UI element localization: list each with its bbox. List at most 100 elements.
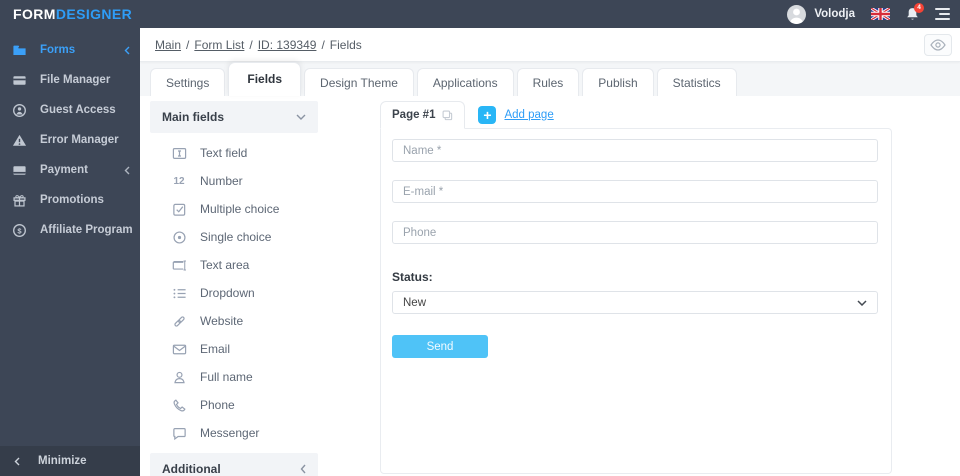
duplicate-page-icon[interactable] xyxy=(442,110,453,121)
page-tab-label: Page #1 xyxy=(392,109,436,121)
field-type-multiple-choice[interactable]: Multiple choice xyxy=(150,195,318,223)
field-type-label: Dropdown xyxy=(200,286,255,300)
link-icon xyxy=(173,315,185,327)
sidebar-item-label: Guest Access xyxy=(40,104,116,116)
sidebar-item-label: Forms xyxy=(40,44,76,56)
status-label: Status: xyxy=(392,270,433,284)
field-type-text-area[interactable]: Text area xyxy=(150,251,318,279)
notifications-bell-icon[interactable]: 4 xyxy=(906,2,924,22)
phone-icon xyxy=(173,398,186,411)
tab-bar: Settings Fields Design Theme Application… xyxy=(140,62,960,96)
sidebar-item-promotions[interactable]: Promotions xyxy=(0,185,140,215)
breadcrumb-link-form-list[interactable]: Form List xyxy=(194,38,244,52)
phone-field[interactable] xyxy=(392,221,878,244)
sidebar-item-file-manager[interactable]: File Manager xyxy=(0,65,140,95)
logo-text-designer: DESIGNER xyxy=(55,6,133,22)
sidebar-item-label: File Manager xyxy=(40,74,111,86)
language-flag-icon[interactable] xyxy=(871,8,890,20)
sidebar-minimize-button[interactable]: Minimize xyxy=(0,446,140,476)
breadcrumb-separator: / xyxy=(249,37,253,52)
name-field[interactable] xyxy=(392,139,878,162)
fields-tab-content: Main fields Text field 12 Number Multipl… xyxy=(140,96,960,476)
error-manager-icon xyxy=(12,134,27,146)
file-manager-icon xyxy=(13,75,26,85)
chevron-left-icon xyxy=(124,46,130,54)
app-logo[interactable]: FORMDESIGNER xyxy=(13,6,132,22)
sidebar: Forms File Manager Guest Access Error Ma… xyxy=(0,28,140,476)
sidebar-item-forms[interactable]: Forms xyxy=(0,35,140,65)
field-type-label: Phone xyxy=(200,398,235,412)
chevron-down-icon xyxy=(857,299,867,306)
user-menu[interactable]: Volodja xyxy=(787,4,855,24)
field-type-label: Number xyxy=(200,174,243,188)
field-type-label: Full name xyxy=(200,370,253,384)
field-type-list: Text field 12 Number Multiple choice Sin… xyxy=(150,133,318,447)
text-area-icon xyxy=(172,259,186,271)
field-type-label: Messenger xyxy=(200,426,260,440)
breadcrumb-separator: / xyxy=(321,37,325,52)
chevron-left-icon xyxy=(300,464,306,474)
promotions-icon xyxy=(13,194,26,207)
field-type-single-choice[interactable]: Single choice xyxy=(150,223,318,251)
breadcrumb-separator: / xyxy=(186,37,190,52)
minimize-label: Minimize xyxy=(38,455,87,467)
breadcrumb-link-main[interactable]: Main xyxy=(155,38,181,52)
add-page-label: Add page xyxy=(504,109,554,121)
field-type-dropdown[interactable]: Dropdown xyxy=(150,279,318,307)
logo-text-form: FORM xyxy=(13,6,56,22)
forms-icon xyxy=(13,45,26,55)
guest-access-icon xyxy=(13,103,26,117)
breadcrumb-link-form-id[interactable]: ID: 139349 xyxy=(258,38,317,52)
chevron-left-icon xyxy=(14,457,20,465)
person-icon xyxy=(173,371,185,383)
field-type-label: Text field xyxy=(200,146,248,160)
preview-button[interactable] xyxy=(924,34,952,56)
tab-rules[interactable]: Rules xyxy=(516,68,580,96)
person-icon xyxy=(789,8,804,24)
radio-icon xyxy=(172,230,186,244)
user-name: Volodja xyxy=(814,8,855,20)
tab-fields[interactable]: Fields xyxy=(228,62,302,96)
sidebar-item-label: Promotions xyxy=(40,194,104,206)
breadcrumb-bar: Main / Form List / ID: 139349 / Fields xyxy=(140,28,960,62)
sidebar-item-affiliate-program[interactable]: $ Affiliate Program xyxy=(0,215,140,245)
avatar xyxy=(787,4,807,24)
email-field[interactable] xyxy=(392,180,878,203)
status-select[interactable]: New xyxy=(392,291,878,314)
field-type-label: Multiple choice xyxy=(200,202,280,216)
page-tab-bar: Page #1 + Add page xyxy=(380,101,892,129)
notification-count-badge: 4 xyxy=(914,2,924,13)
tab-statistics[interactable]: Statistics xyxy=(656,68,737,96)
additional-fields-section-header[interactable]: Additional xyxy=(150,453,318,476)
number-icon: 12 xyxy=(173,175,185,187)
affiliate-program-icon: $ xyxy=(13,223,26,237)
tab-design-theme[interactable]: Design Theme xyxy=(304,68,414,96)
field-type-label: Email xyxy=(200,342,231,356)
sidebar-item-error-manager[interactable]: Error Manager xyxy=(0,125,140,155)
menu-toggle-icon[interactable] xyxy=(935,6,950,22)
field-type-email[interactable]: Email xyxy=(150,335,318,363)
envelope-icon xyxy=(172,344,186,354)
field-type-website[interactable]: Website xyxy=(150,307,318,335)
app-root: FORMDESIGNER Volodja 4 Forms File Manage… xyxy=(0,0,960,476)
field-type-text-field[interactable]: Text field xyxy=(150,139,318,167)
field-type-label: Single choice xyxy=(200,230,272,244)
chevron-left-icon xyxy=(124,166,130,174)
field-type-phone[interactable]: Phone xyxy=(150,391,318,419)
field-type-number[interactable]: 12 Number xyxy=(150,167,318,195)
tab-applications[interactable]: Applications xyxy=(416,68,514,96)
field-type-messenger[interactable]: Messenger xyxy=(150,419,318,447)
sidebar-item-payment[interactable]: Payment xyxy=(0,155,140,185)
additional-header-label: Additional xyxy=(162,462,221,476)
sidebar-item-label: Affiliate Program xyxy=(40,224,133,236)
add-page-button[interactable]: + Add page xyxy=(478,106,554,124)
page-tab-1[interactable]: Page #1 xyxy=(380,101,466,129)
tab-publish[interactable]: Publish xyxy=(582,68,654,96)
send-button[interactable]: Send xyxy=(392,335,488,358)
field-type-full-name[interactable]: Full name xyxy=(150,363,318,391)
tab-settings[interactable]: Settings xyxy=(150,68,226,96)
form-builder: Page #1 + Add page Status: New xyxy=(380,101,892,476)
sidebar-item-label: Error Manager xyxy=(40,134,119,146)
sidebar-item-guest-access[interactable]: Guest Access xyxy=(0,95,140,125)
main-fields-section-header[interactable]: Main fields xyxy=(150,101,318,133)
